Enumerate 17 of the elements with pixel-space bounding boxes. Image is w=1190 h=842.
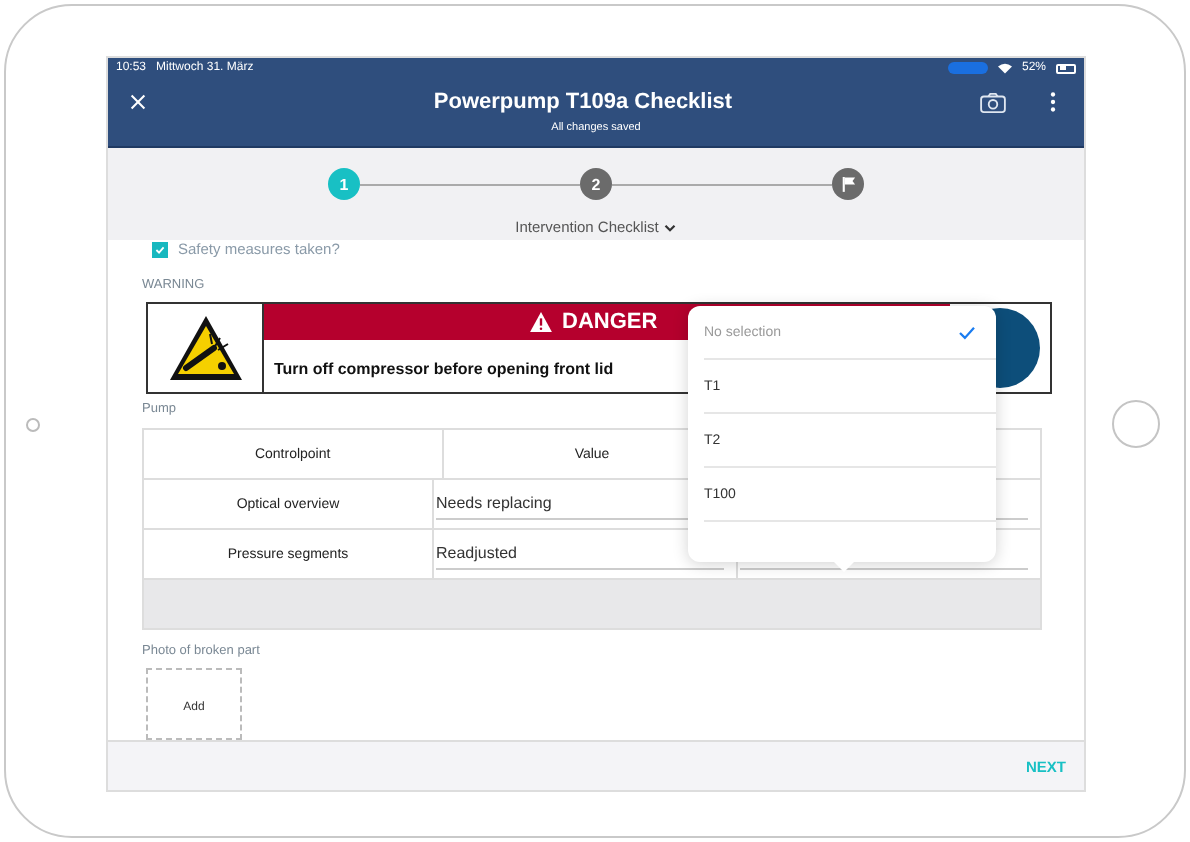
more-icon[interactable] xyxy=(1050,92,1056,112)
warning-icon xyxy=(530,312,552,332)
screen-mirror-icon xyxy=(947,62,988,74)
check-icon xyxy=(958,325,976,339)
page-title: Powerpump T109a Checklist xyxy=(431,90,735,114)
step-indicator[interactable]: 2 xyxy=(580,168,612,200)
wifi-icon xyxy=(997,62,1012,74)
warning-message: Turn off compressor before opening front lid xyxy=(272,358,616,378)
camera-icon xyxy=(25,417,39,431)
danger-title: DANGER xyxy=(562,310,658,334)
chevron-down-icon xyxy=(664,223,677,231)
flag-icon xyxy=(841,176,855,192)
step-indicator[interactable] xyxy=(832,168,864,200)
battery-icon xyxy=(1056,63,1076,73)
camera-icon[interactable] xyxy=(980,91,1006,113)
close-icon[interactable] xyxy=(130,94,146,110)
checkbox[interactable] xyxy=(152,241,168,257)
